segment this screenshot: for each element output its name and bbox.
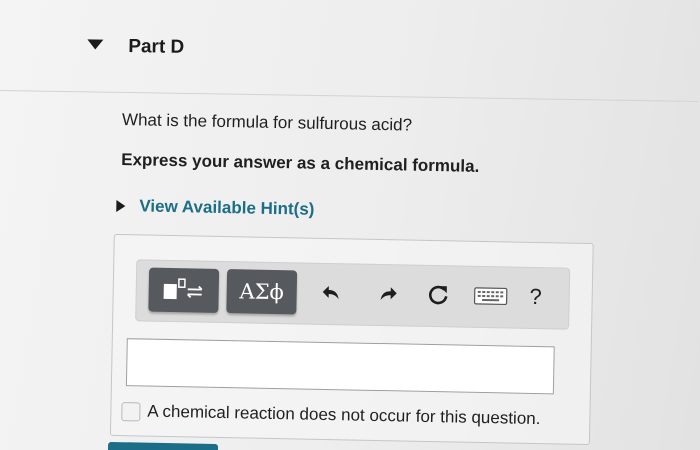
greek-symbols-button[interactable]: ΑΣϕ <box>226 269 298 315</box>
no-reaction-checkbox[interactable] <box>121 401 141 421</box>
no-reaction-label: A chemical reaction does not occur for t… <box>147 401 541 429</box>
answer-panel: ΑΣϕ ? A chemical reaction does not occur… <box>109 233 594 446</box>
view-hints-link[interactable]: View Available Hint(s) <box>116 196 315 220</box>
question-text: What is the formula for sulfurous acid? <box>121 110 413 135</box>
keyboard-icon[interactable] <box>472 281 509 312</box>
redo-icon[interactable] <box>372 279 403 310</box>
page: Part D What is the formula for sulfurous… <box>0 0 700 450</box>
help-button[interactable]: ? <box>520 282 551 313</box>
expand-triangle-icon <box>116 199 126 213</box>
templates-button[interactable] <box>148 267 220 313</box>
reset-icon[interactable] <box>423 280 454 311</box>
submit-button[interactable] <box>107 441 219 450</box>
answer-instruction: Express your answer as a chemical formul… <box>121 150 480 176</box>
question-content: What is the formula for sulfurous acid? … <box>0 0 700 450</box>
view-hints-label: View Available Hint(s) <box>139 196 315 219</box>
math-toolbar: ΑΣϕ ? <box>135 259 571 330</box>
formula-answer-input[interactable] <box>125 338 555 395</box>
undo-icon[interactable] <box>316 278 347 309</box>
templates-icon <box>163 278 203 300</box>
no-reaction-option[interactable]: A chemical reaction does not occur for t… <box>121 401 541 429</box>
